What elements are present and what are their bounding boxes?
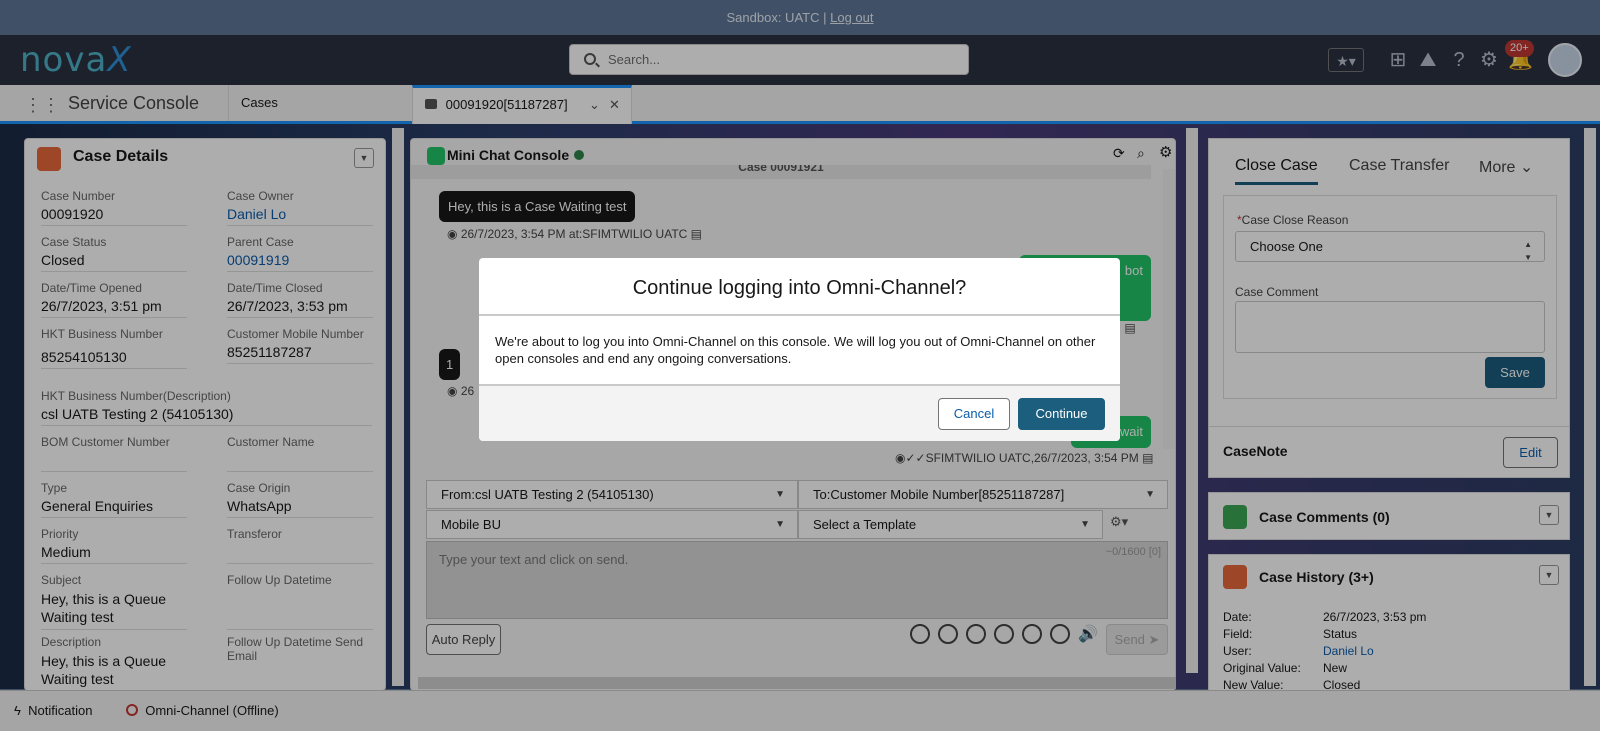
omni-channel-modal: Continue logging into Omni-Channel? We'r… [479,258,1120,441]
cancel-button[interactable]: Cancel [938,398,1010,430]
modal-body: We're about to log you into Omni-Channel… [495,334,1096,366]
continue-button[interactable]: Continue [1018,398,1105,430]
modal-footer: Cancel Continue [479,384,1120,441]
modal-title: Continue logging into Omni-Channel? [479,258,1120,316]
